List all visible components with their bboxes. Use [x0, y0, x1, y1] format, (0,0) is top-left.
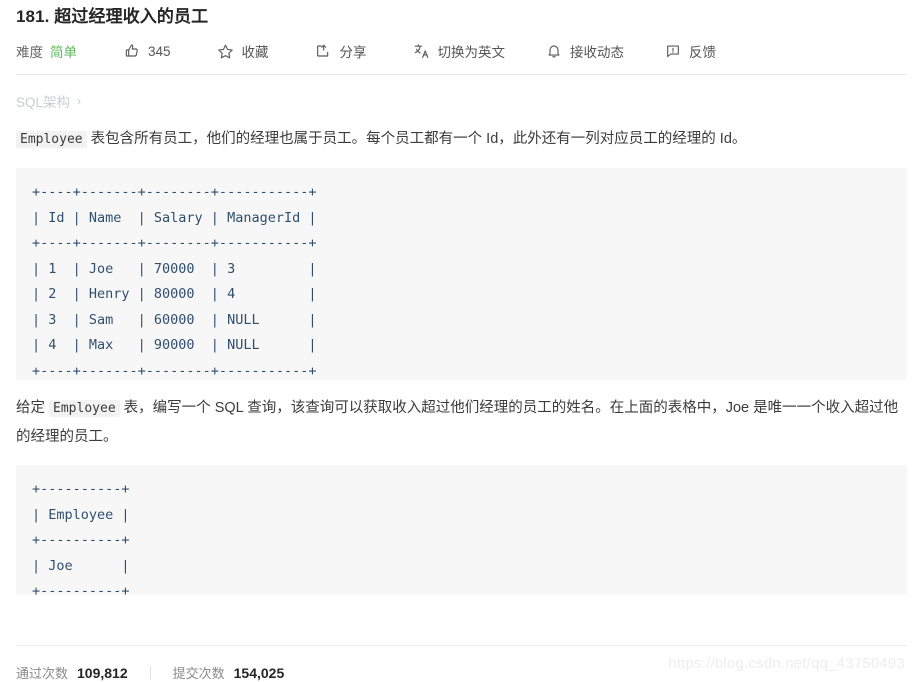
problem-page: 181. 超过经理收入的员工 难度 简单 345 收藏 分享 切换为英文 接收动…: [0, 0, 923, 682]
feedback-button[interactable]: 反馈: [664, 41, 716, 61]
inline-code-employee: Employee: [16, 131, 87, 149]
breadcrumb-item-sql-schema[interactable]: SQL架构: [16, 91, 70, 111]
difficulty-label: 难度: [16, 45, 43, 61]
bell-icon: [545, 43, 562, 60]
subscribe-label: 接收动态: [570, 45, 625, 61]
share-label: 分享: [339, 45, 367, 61]
submissions-stat: 提交次数 154,025: [173, 663, 285, 682]
breadcrumb[interactable]: SQL架构 ›: [16, 91, 907, 111]
page-title: 181. 超过经理收入的员工: [16, 7, 209, 26]
feedback-label: 反馈: [689, 45, 717, 61]
translate-button[interactable]: 切换为英文: [413, 41, 506, 61]
thumbs-up-icon: [123, 43, 140, 60]
translate-icon: [413, 43, 430, 60]
like-button[interactable]: 345: [123, 43, 171, 60]
footer-divider: [16, 645, 907, 646]
description-text: 表包含所有员工，他们的经理也属于员工。每个员工都有一个 Id，此外还有一列对应员…: [86, 131, 747, 148]
share-button[interactable]: 分享: [315, 41, 367, 61]
inline-code-employee-2: Employee: [49, 400, 120, 418]
expected-output-ascii: +----------+ | Employee | +----------+ |…: [32, 481, 130, 600]
description-paragraph: Employee 表包含所有员工，他们的经理也属于员工。每个员工都有一个 Id，…: [16, 125, 907, 154]
accepted-value: 109,812: [77, 665, 128, 681]
star-icon: [217, 43, 234, 60]
favorite-button[interactable]: 收藏: [217, 41, 269, 61]
like-count: 345: [148, 43, 171, 59]
task-text-before: 给定: [16, 400, 50, 417]
employee-table-code-block: +----+-------+--------+-----------+ | Id…: [16, 168, 907, 381]
task-text-after: 表，编写一个 SQL 查询，该查询可以获取收入超过他们经理的员工的姓名。在上面的…: [16, 400, 899, 446]
toolbar-divider: [16, 74, 907, 76]
favorite-label: 收藏: [241, 45, 269, 61]
employee-table-ascii: +----+-------+--------+-----------+ | Id…: [32, 184, 317, 379]
submissions-value: 154,025: [233, 665, 285, 681]
share-icon: [315, 43, 332, 60]
problem-toolbar: 难度 简单 345 收藏 分享 切换为英文 接收动态 反馈: [16, 34, 907, 68]
stats-divider: [149, 665, 151, 680]
accepted-label: 通过次数: [16, 666, 69, 681]
problem-stats: 通过次数 109,812 提交次数 154,025: [16, 663, 284, 682]
translate-label: 切换为英文: [437, 45, 506, 61]
difficulty-indicator: 难度 简单: [16, 41, 77, 61]
watermark: https://blog.csdn.net/qq_43750493: [668, 655, 905, 672]
expected-output-code-block: +----------+ | Employee | +----------+ |…: [16, 465, 907, 599]
subscribe-button[interactable]: 接收动态: [545, 41, 624, 61]
accepted-stat: 通过次数 109,812: [16, 663, 128, 682]
difficulty-value: 简单: [50, 45, 77, 61]
submissions-label: 提交次数: [172, 666, 225, 681]
task-paragraph: 给定 Employee 表，编写一个 SQL 查询，该查询可以获取收入超过他们经…: [16, 394, 907, 451]
chevron-right-icon: ›: [77, 94, 82, 109]
feedback-icon: [664, 43, 681, 60]
